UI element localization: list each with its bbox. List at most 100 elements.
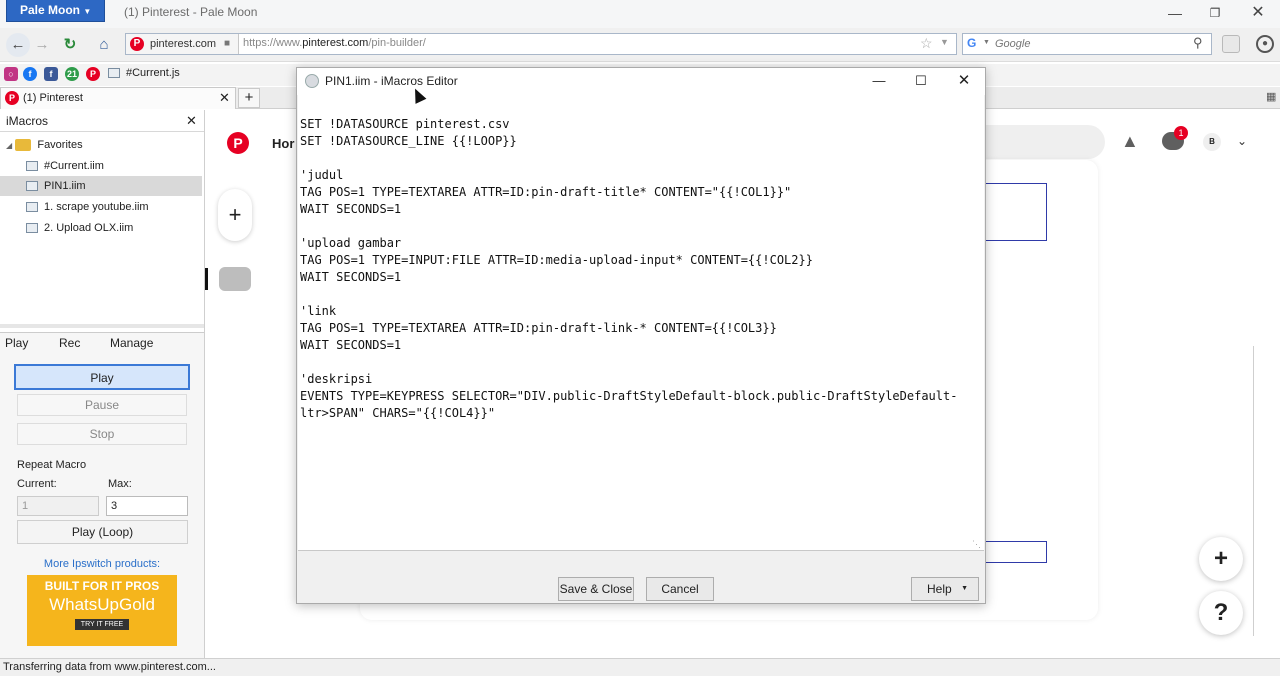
chevron-down-icon[interactable]: ⌄ (1237, 134, 1247, 148)
url-dropdown-icon[interactable]: ▼ (940, 37, 949, 47)
editor-minimize-icon[interactable]: — (869, 68, 889, 94)
play-loop-button[interactable]: Play (Loop) (17, 520, 188, 544)
facebook-square-icon[interactable]: f (44, 67, 58, 81)
editor-title: PIN1.iim - iMacros Editor (325, 74, 458, 88)
tree-item-label: 1. scrape youtube.iim (44, 201, 149, 213)
folder-icon (15, 139, 32, 152)
url-path: /pin-builder/ (368, 37, 426, 49)
add-fab-icon[interactable]: + (1199, 537, 1243, 581)
tab-rec[interactable]: Rec (59, 336, 80, 350)
home-nav-link[interactable]: Hor (272, 136, 294, 151)
resize-grip-icon[interactable]: ⋱ (972, 539, 981, 550)
macro-file-icon (26, 202, 38, 213)
help-label: Help (927, 582, 952, 596)
menu-label: Pale Moon (20, 3, 81, 17)
search-engine-dropdown-icon[interactable]: ▼ (983, 39, 990, 46)
imacros-editor-dialog: PIN1.iim - iMacros Editor — ☐ ✕ SET !DAT… (296, 67, 986, 604)
user-account-icon[interactable]: ● (1256, 35, 1274, 53)
stop-button[interactable]: Stop (17, 423, 187, 445)
save-close-button[interactable]: Save & Close (558, 577, 634, 601)
restore-icon[interactable]: ❐ (1198, 2, 1232, 24)
editor-titlebar: PIN1.iim - iMacros Editor — ☐ ✕ (297, 68, 985, 95)
tree-item-current-iim[interactable]: #Current.iim (0, 156, 202, 176)
tab-list-icon[interactable]: ▦ (1266, 90, 1276, 103)
whatsupgold-ad[interactable]: BUILT FOR IT PROS WhatsUpGold TRY IT FRE… (27, 575, 177, 646)
macro-code-text[interactable]: SET !DATASOURCE pinterest.csv SET !DATAS… (300, 116, 957, 422)
bookmark-current-js[interactable]: #Current.js (108, 67, 180, 79)
bookmark-star-icon[interactable]: ☆ (920, 35, 933, 52)
tree-item-pin1-iim[interactable]: PIN1.iim (0, 176, 202, 196)
tree-item-label: #Current.iim (44, 160, 104, 172)
pause-button[interactable]: Pause (17, 394, 187, 416)
sidebar-close-icon[interactable]: ✕ (186, 110, 197, 132)
minimize-icon[interactable]: — (1158, 2, 1192, 24)
home-icon[interactable]: ⌂ (92, 33, 116, 57)
search-icon[interactable]: ⚲ (1193, 35, 1203, 51)
url-bar[interactable]: P pinterest.com ■ https://www.pinterest.… (125, 33, 957, 55)
help-fab-icon[interactable]: ? (1199, 591, 1243, 635)
pin-title-box[interactable] (985, 183, 1047, 241)
tree-item-upload-olx[interactable]: 2. Upload OLX.iim (0, 218, 202, 238)
add-pin-icon[interactable]: + (218, 189, 252, 241)
draft-thumbnail[interactable] (219, 267, 251, 291)
help-button[interactable]: Help ▼ (911, 577, 979, 601)
close-icon[interactable]: ✕ (1241, 2, 1275, 24)
sidebar-header: iMacros ✕ (0, 110, 204, 132)
avatar[interactable]: B (1203, 133, 1221, 151)
splitter[interactable] (0, 324, 204, 328)
editor-close-icon[interactable]: ✕ (954, 68, 974, 94)
search-bar[interactable]: G ▼ ⚲ (962, 33, 1212, 55)
current-label: Current: (17, 478, 57, 490)
pale-moon-menu-button[interactable]: Pale Moon ▼ (6, 0, 105, 22)
sidebar-tabs: Play Rec Manage (0, 332, 204, 354)
instagram-icon[interactable]: ○ (4, 67, 18, 81)
imacros-toolbar-icon[interactable] (1222, 35, 1240, 53)
dropdown-icon: ▼ (83, 7, 92, 16)
collapse-icon[interactable]: ◢ (6, 141, 12, 150)
editor-maximize-icon[interactable]: ☐ (911, 68, 931, 94)
notification-bell-icon[interactable]: ▲ (1121, 131, 1139, 152)
max-loop-field[interactable]: 3 (106, 496, 188, 516)
macro-code-editor[interactable]: SET !DATASOURCE pinterest.csv SET !DATAS… (298, 95, 984, 551)
page-scrollbar[interactable] (1253, 346, 1257, 636)
url-text[interactable]: https://www.pinterest.com/pin-builder/ (243, 37, 426, 49)
play-button[interactable]: Play (14, 364, 190, 390)
pinterest-bookmark-icon[interactable]: P (86, 67, 100, 81)
help-dropdown-icon: ▼ (961, 585, 968, 592)
macro-file-icon (26, 161, 38, 172)
app: Pale Moon ▼ (1) Pinterest - Pale Moon — … (0, 0, 1280, 676)
script-icon (108, 68, 120, 79)
tab-manage[interactable]: Manage (110, 336, 153, 350)
tree-item-favorites[interactable]: ◢ Favorites (0, 135, 202, 155)
bookmark-green-icon[interactable]: 21 (65, 67, 79, 81)
google-icon: G (967, 36, 977, 50)
search-input[interactable] (995, 36, 1185, 52)
pinterest-search-field[interactable] (965, 125, 1105, 159)
editor-app-icon (305, 74, 319, 88)
tab-label: (1) Pinterest (23, 92, 83, 104)
tree-item-label: PIN1.iim (44, 180, 86, 192)
notification-badge: 1 (1174, 126, 1188, 140)
site-identity[interactable]: P pinterest.com ■ (126, 34, 239, 54)
lock-icon: ■ (224, 38, 231, 49)
new-tab-icon[interactable]: + (238, 88, 260, 108)
tab-close-icon[interactable]: ✕ (219, 88, 230, 108)
macro-file-icon (26, 181, 38, 192)
tab-pinterest[interactable]: P (1) Pinterest ✕ (0, 87, 236, 109)
more-products-link[interactable]: More Ipswitch products: (0, 558, 204, 570)
pinterest-tab-icon: P (5, 91, 19, 105)
tree-item-label: 2. Upload OLX.iim (44, 222, 134, 234)
ad-brand: WhatsUpGold (49, 595, 155, 614)
forward-arrow-icon[interactable]: → (30, 33, 54, 57)
repeat-macro-label: Repeat Macro (17, 459, 87, 471)
identity-host: pinterest.com (150, 38, 217, 50)
tab-play[interactable]: Play (5, 336, 28, 350)
facebook-icon[interactable]: f (23, 67, 37, 81)
pin-link-box[interactable] (985, 541, 1047, 563)
tree-item-scrape-youtube[interactable]: 1. scrape youtube.iim (0, 197, 202, 217)
back-arrow-icon[interactable]: ← (6, 33, 30, 57)
pinterest-logo-icon[interactable]: P (227, 132, 249, 154)
cancel-button[interactable]: Cancel (646, 577, 714, 601)
macro-file-icon (26, 223, 38, 234)
reload-icon[interactable]: ↻ (58, 33, 82, 57)
